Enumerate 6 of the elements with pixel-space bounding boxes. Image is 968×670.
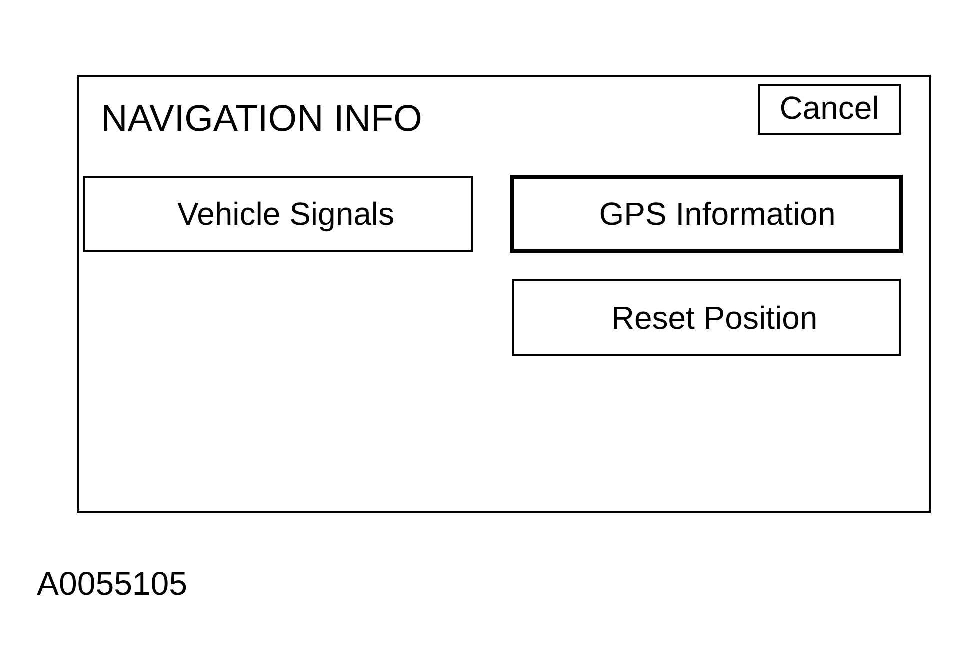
menu-button[interactable]: GPS Information	[510, 175, 903, 253]
menu-button[interactable]: Reset Position	[512, 279, 901, 356]
figure-id: A0055105	[37, 567, 188, 600]
menu-button[interactable]: Vehicle Signals	[83, 176, 473, 252]
cancel-button[interactable]: Cancel	[758, 84, 901, 135]
screen-title: NAVIGATION INFO	[101, 100, 422, 137]
